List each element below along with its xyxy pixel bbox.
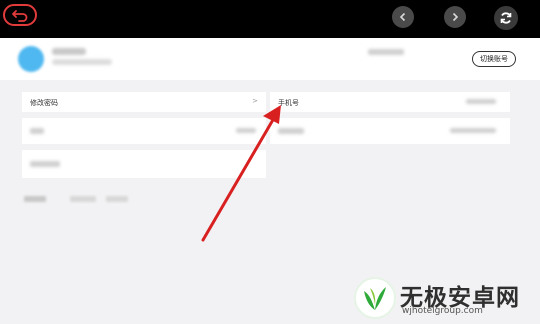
phone-number-label: 手机号 — [278, 99, 299, 107]
row-label-blurred — [30, 161, 60, 167]
switch-account-button[interactable]: 切换账号 — [472, 51, 516, 67]
avatar — [18, 46, 44, 72]
chevron-right-icon — [452, 12, 459, 22]
change-password-row[interactable]: 修改密码 > — [22, 92, 266, 112]
chevron-right-icon: > — [252, 97, 258, 105]
row-value-blurred — [450, 128, 496, 133]
watermark-url: wjhotelgroup.com — [402, 306, 483, 316]
refresh-button[interactable] — [494, 6, 518, 30]
phone-number-row[interactable]: 手机号 — [270, 92, 510, 112]
settings-row-2[interactable] — [22, 118, 266, 144]
row-label-blurred — [278, 128, 304, 134]
phone-value-blurred — [466, 99, 496, 104]
row-value-blurred — [236, 128, 256, 133]
prev-button[interactable] — [392, 6, 414, 28]
change-password-label: 修改密码 — [30, 99, 58, 107]
settings-row-3[interactable] — [22, 150, 266, 178]
brand-logo — [354, 277, 396, 319]
back-button[interactable] — [3, 4, 37, 26]
row-label-blurred — [30, 128, 44, 134]
top-bar — [0, 0, 540, 38]
leaf-logo-icon — [364, 287, 386, 310]
refresh-icon — [500, 12, 512, 24]
user-name-blurred — [52, 48, 86, 55]
tab-blurred-3[interactable] — [106, 196, 128, 202]
tab-blurred-1[interactable] — [24, 196, 46, 202]
header-info-blurred — [368, 49, 404, 55]
watermark: 无极安卓网 wjhotelgroup.com — [352, 276, 537, 322]
tab-blurred-2[interactable] — [70, 196, 96, 202]
back-arrow-icon — [12, 10, 28, 22]
profile-header: 切换账号 — [0, 38, 540, 80]
chevron-left-icon — [399, 12, 406, 22]
user-id-blurred — [52, 59, 112, 65]
settings-row-4[interactable] — [270, 118, 510, 144]
next-button[interactable] — [444, 6, 466, 28]
